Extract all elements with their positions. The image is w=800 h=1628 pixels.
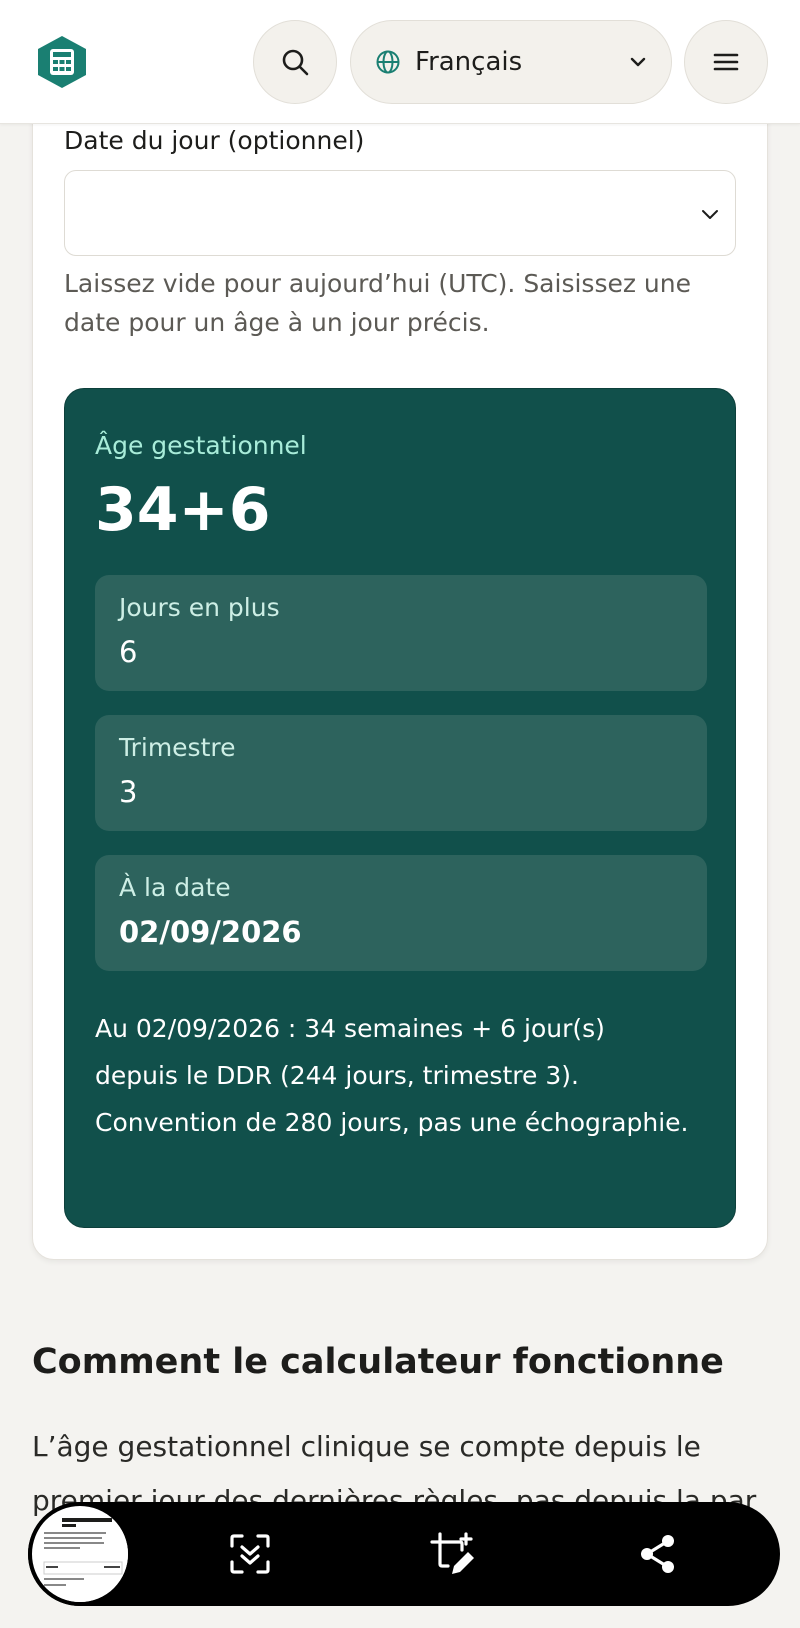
- menu-icon: [713, 53, 739, 71]
- language-select[interactable]: Français: [350, 20, 672, 104]
- edit-button[interactable]: [426, 1528, 478, 1580]
- stat-value: 6: [119, 635, 138, 669]
- stat-value: 02/09/2026: [119, 915, 302, 949]
- result-panel: Âge gestationnel 34+6 Jours en plus 6 Tr…: [64, 388, 736, 1228]
- scan-icon: [230, 1534, 270, 1574]
- share-icon: [641, 1535, 674, 1573]
- app-header: Français: [0, 0, 800, 124]
- screenshot-toolbar: [28, 1502, 780, 1606]
- stat-label: Jours en plus: [119, 593, 280, 622]
- stat-label: À la date: [119, 873, 231, 902]
- stat-value: 3: [119, 775, 138, 809]
- share-button[interactable]: [632, 1528, 684, 1580]
- stat-label: Trimestre: [119, 733, 236, 762]
- calculator-icon[interactable]: [34, 34, 90, 90]
- edit-crop-icon: [430, 1532, 474, 1574]
- menu-button[interactable]: [684, 20, 768, 104]
- gestational-age-value: 34+6: [95, 475, 271, 545]
- search-button[interactable]: [253, 20, 337, 104]
- date-field[interactable]: [64, 170, 736, 256]
- language-label: Français: [415, 47, 523, 77]
- chevron-down-icon: [702, 210, 718, 219]
- stat-date: À la date 02/09/2026: [95, 855, 707, 971]
- result-summary: Au 02/09/2026 : 34 semaines + 6 jour(s) …: [95, 1014, 689, 1137]
- date-help-text: Laissez vide pour aujourd’hui (UTC). Sai…: [64, 269, 691, 337]
- date-field-label: Date du jour (optionnel): [64, 126, 365, 155]
- result-title: Âge gestationnel: [95, 431, 307, 460]
- section-title: Comment le calculateur fonctionne: [32, 1342, 724, 1382]
- thumbnail-preview-image: [40, 1514, 128, 1602]
- scroll-capture-button[interactable]: [224, 1528, 276, 1580]
- search-icon: [282, 49, 309, 76]
- stat-trimester: Trimestre 3: [95, 715, 707, 831]
- stat-extra-days: Jours en plus 6: [95, 575, 707, 691]
- chevron-down-icon: [630, 57, 646, 67]
- screenshot-thumbnail[interactable]: [28, 1502, 132, 1606]
- globe-icon: [376, 50, 400, 74]
